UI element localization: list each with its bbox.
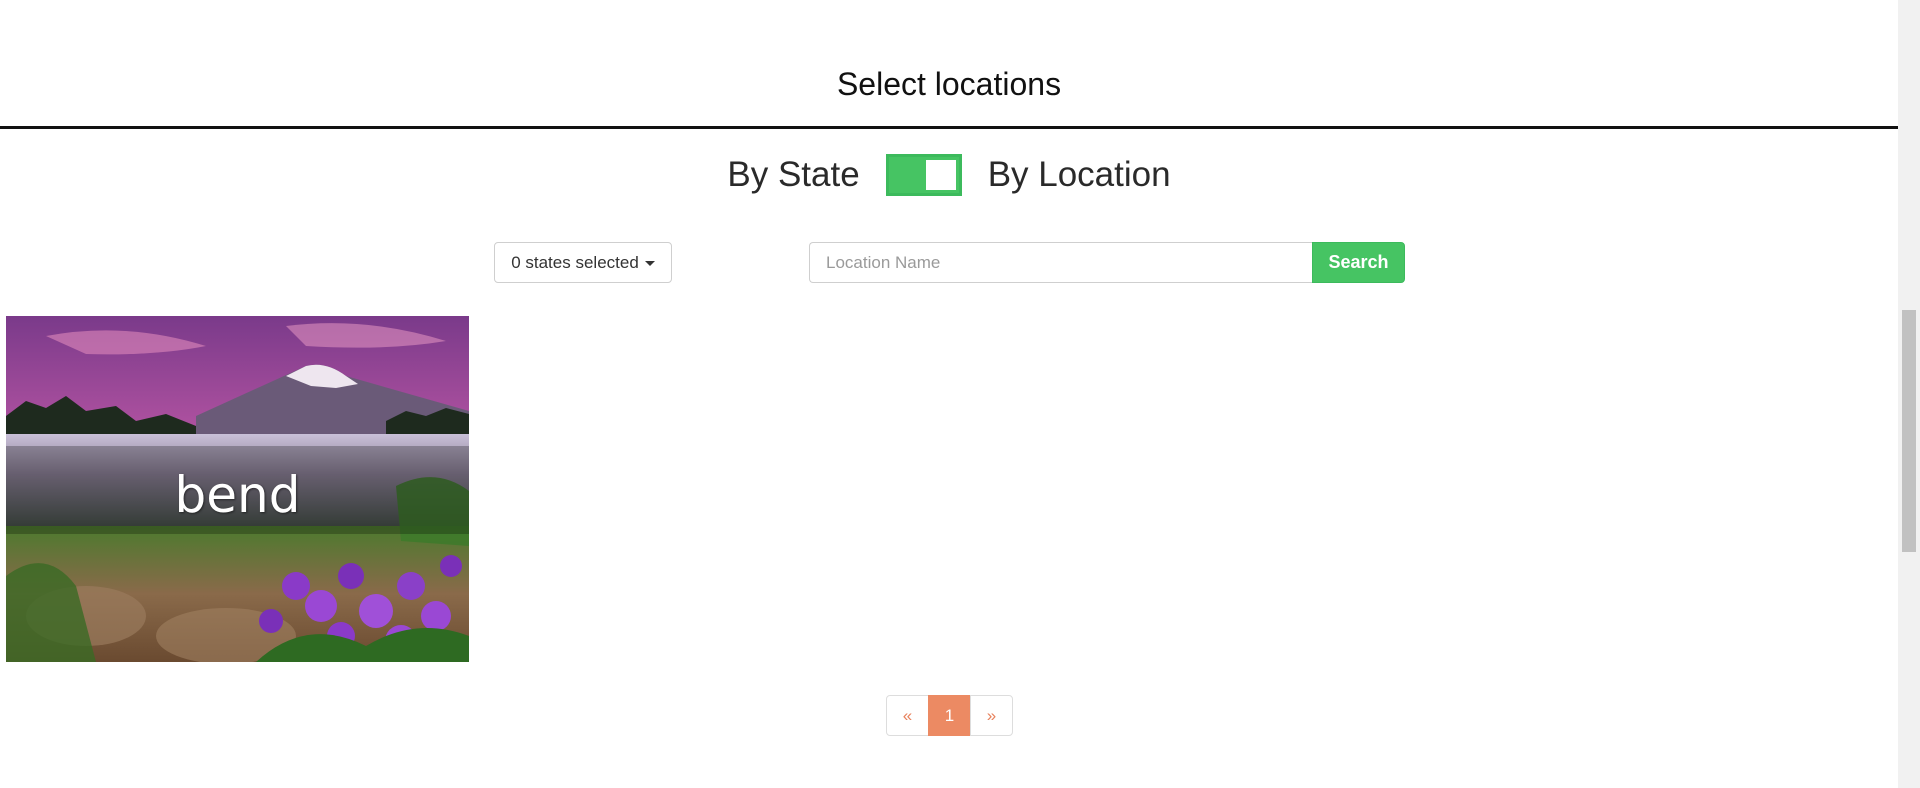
states-dropdown-label: 0 states selected xyxy=(511,252,639,272)
location-card[interactable]: bend xyxy=(6,316,469,662)
search-button[interactable]: Search xyxy=(1312,242,1405,283)
pagination: « 1 » xyxy=(886,695,1013,736)
location-name-input[interactable] xyxy=(809,242,1312,283)
caret-down-icon xyxy=(644,261,655,266)
pagination-prev-button[interactable]: « xyxy=(886,695,929,736)
states-dropdown-button[interactable]: 0 states selected xyxy=(494,242,672,283)
location-card-label: bend xyxy=(174,466,301,524)
mode-toggle-switch[interactable] xyxy=(885,154,962,196)
vertical-scrollbar[interactable] xyxy=(1898,0,1920,788)
mode-toggle-row: By State By Location xyxy=(0,152,1898,198)
toggle-knob xyxy=(925,160,956,190)
by-location-label: By Location xyxy=(987,155,1171,194)
page-title: Select locations xyxy=(836,66,1062,102)
by-state-label: By State xyxy=(727,155,860,194)
location-search-group: Search xyxy=(809,242,1405,283)
page: Select locations By State By Location 0 … xyxy=(0,0,1898,788)
scrollbar-thumb[interactable] xyxy=(1902,310,1916,552)
header-divider xyxy=(0,126,1898,129)
pagination-next-button[interactable]: » xyxy=(970,695,1013,736)
pagination-page-1[interactable]: 1 xyxy=(928,695,971,736)
